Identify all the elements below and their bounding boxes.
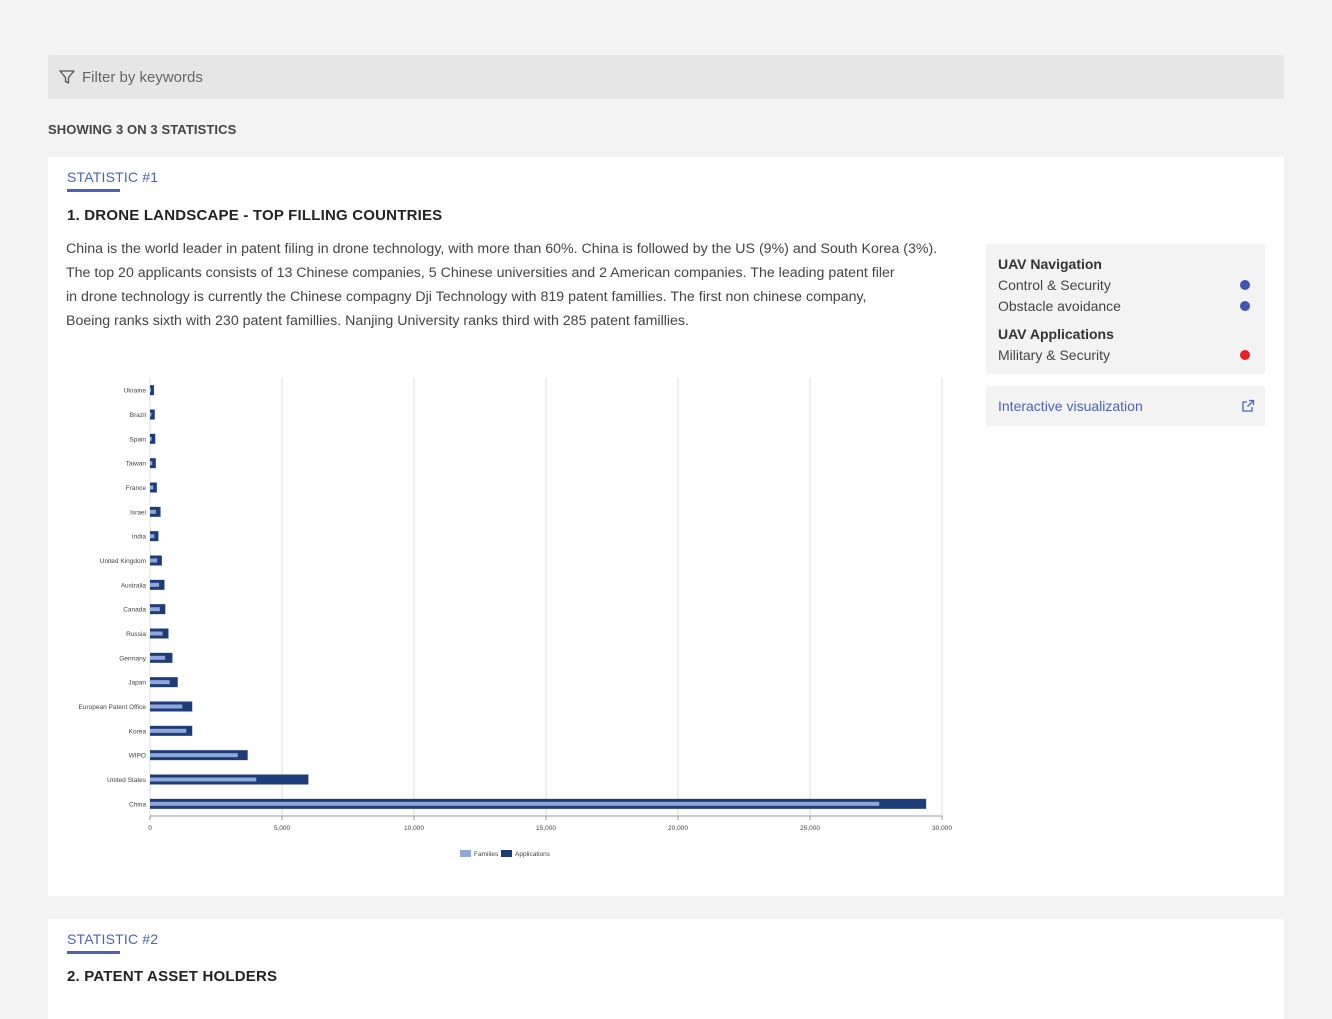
x-tick-label: 25,000 [800, 825, 820, 832]
y-tick-label: United States [107, 777, 147, 784]
y-tick-label: Germany [119, 655, 146, 662]
x-tick-label: 15,000 [536, 825, 556, 832]
legend-label-families: Families [474, 851, 499, 858]
statistic-title: 2. PATENT ASSET HOLDERS [67, 968, 278, 985]
legend-swatch-families [460, 850, 471, 857]
y-tick-label: Taiwan [126, 461, 147, 468]
tag-label: Control & Security [998, 276, 1111, 293]
interactive-visualization-link[interactable]: Interactive visualization [986, 386, 1265, 426]
statistic-label: STATISTIC #1 [67, 169, 158, 185]
legend-swatch-applications [501, 850, 512, 857]
tag-item[interactable]: Military & Security [998, 344, 1253, 365]
legend-label-applications: Applications [515, 851, 551, 858]
bar-families [150, 412, 152, 417]
tag-label: Military & Security [998, 346, 1111, 363]
x-tick-label: 5,000 [274, 825, 291, 832]
tag-color-dot [1240, 349, 1250, 360]
statistic-underline [67, 189, 120, 192]
filter-icon [59, 70, 75, 84]
y-tick-label: WIPO [129, 753, 146, 760]
x-tick-label: 10,000 [404, 825, 424, 832]
y-tick-label: Korea [129, 728, 147, 735]
bar-families [150, 655, 166, 660]
statistic-number: #1 [142, 169, 159, 185]
description-line: The top 20 applicants consists of 13 Chi… [66, 265, 895, 281]
bar-families [150, 777, 257, 782]
bar-families [150, 728, 187, 733]
bar-families [150, 534, 155, 539]
statistic-label-text: STATISTIC [67, 931, 139, 947]
bar-families [150, 801, 880, 806]
statistic-label-text: STATISTIC [67, 169, 139, 185]
x-tick-label: 20,000 [668, 825, 688, 832]
bar-families [150, 485, 154, 490]
y-tick-label: United Kingdom [100, 558, 146, 565]
bar-families [150, 509, 156, 514]
bar-families [150, 680, 170, 685]
tag-group-title: UAV Navigation [998, 256, 1102, 272]
bar-families [150, 558, 158, 563]
x-tick-label: 30,000 [932, 825, 952, 832]
bar-families [150, 607, 160, 612]
tag-label: Obstacle avoidance [998, 297, 1121, 314]
y-tick-label: Russia [126, 631, 146, 638]
bar-families [150, 582, 160, 587]
statistic-card: STATISTIC #1 1. DRONE LANDSCAPE - TOP FIL… [48, 157, 1284, 896]
tag-color-dot [1240, 300, 1250, 311]
bar-families [150, 631, 163, 636]
tag-item[interactable]: Obstacle avoidance [998, 295, 1253, 316]
description-line: in drone technology is currently the Chi… [66, 289, 867, 305]
y-tick-label: Australia [121, 582, 147, 589]
y-tick-label: China [129, 801, 146, 808]
y-tick-label: France [126, 485, 147, 492]
statistic-underline [67, 951, 120, 954]
tags-panel: UAV Navigation Control & Security Obstac… [986, 244, 1265, 374]
external-link-icon [1242, 399, 1255, 412]
statistic-label: STATISTIC #2 [67, 931, 158, 947]
y-tick-label: Spain [129, 436, 146, 443]
y-tick-label: Israel [130, 509, 146, 516]
description-line: China is the world leader in patent fili… [66, 241, 938, 257]
description-line: Boeing ranks sixth with 230 patent famil… [66, 313, 689, 329]
y-tick-label: Canada [123, 607, 146, 614]
filter-input[interactable] [80, 67, 684, 87]
tag-item[interactable]: Control & Security [998, 274, 1253, 295]
bar-families [150, 704, 183, 709]
x-tick-label: 0 [148, 825, 152, 832]
results-count: SHOWING 3 ON 3 STATISTICS [48, 122, 237, 137]
tag-color-dot [1240, 279, 1250, 290]
statistic-description: China is the world leader in patent fili… [66, 237, 966, 333]
y-tick-label: Japan [128, 680, 146, 687]
statistic-number: #2 [142, 931, 159, 947]
bar-families [150, 436, 152, 441]
statistic-card: STATISTIC #2 2. PATENT ASSET HOLDERS [48, 919, 1284, 1019]
y-tick-label: India [132, 534, 146, 541]
y-tick-label: Brazil [130, 412, 147, 419]
bar-families [150, 753, 238, 758]
bar-families [150, 461, 153, 466]
tag-group-title: UAV Applications [998, 326, 1114, 342]
filter-bar[interactable] [48, 55, 1284, 99]
interactive-visualization-label: Interactive visualization [998, 398, 1143, 414]
bar-chart: 0 5,000 10,000 15,000 20,000 25,000 30,000 Ukra… [79, 378, 952, 858]
y-tick-label: Ukraine [124, 388, 147, 395]
y-tick-label: European Patent Office [79, 704, 147, 711]
statistic-title: 1. DRONE LANDSCAPE - TOP FILLING COUNTRI… [67, 207, 443, 224]
bar-families [150, 388, 151, 393]
